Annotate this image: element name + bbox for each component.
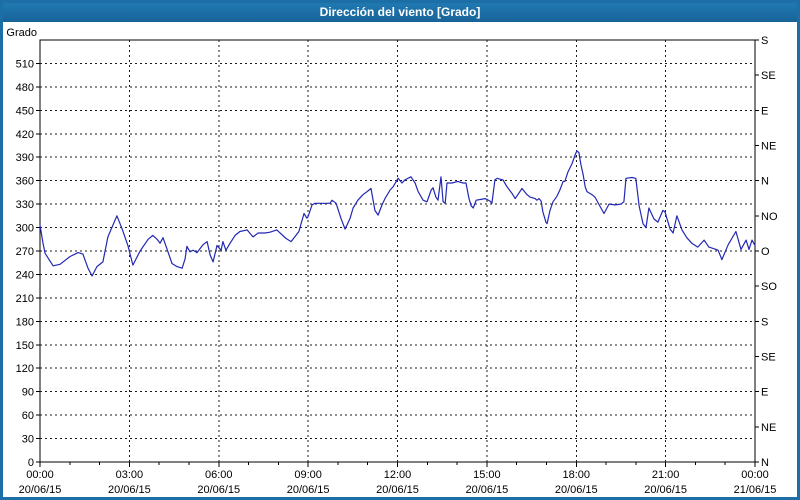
y-axis-tick-label: 240	[16, 269, 34, 281]
window-title: Dirección del viento [Grado]	[3, 3, 797, 22]
compass-tick-label: NO	[761, 211, 778, 223]
y-axis-title: Grado	[6, 27, 37, 39]
y-axis-tick-label: 510	[16, 58, 34, 70]
compass-tick-label: S	[761, 35, 768, 47]
x-axis-date-label: 20/06/15	[287, 484, 330, 496]
y-axis-tick-label: 180	[16, 316, 34, 328]
x-axis-time-label: 12:00	[384, 469, 412, 481]
x-axis-date-label: 20/06/15	[197, 484, 240, 496]
y-axis-tick-label: 90	[22, 387, 34, 399]
x-axis-time-label: 06:00	[205, 469, 233, 481]
x-axis-time-label: 00:00	[741, 469, 769, 481]
x-axis-date-label: 21/06/15	[734, 484, 777, 496]
compass-tick-label: E	[761, 105, 768, 117]
compass-tick-label: NE	[761, 422, 776, 434]
compass-tick-label: SO	[761, 281, 777, 293]
compass-tick-label: O	[761, 246, 770, 258]
y-axis-tick-label: 210	[16, 293, 34, 305]
y-axis-tick-label: 360	[16, 176, 34, 188]
app-window: Dirección del viento [Grado] 0 30 60 90 120 1…	[0, 0, 800, 500]
y-axis-tick-label: 150	[16, 340, 34, 352]
x-axis-date-label: 20/06/15	[19, 484, 62, 496]
compass-tick-label: E	[761, 387, 768, 399]
x-axis-time-label: 15:00	[473, 469, 501, 481]
x-axis-date-label: 20/06/15	[108, 484, 151, 496]
y-axis-tick-label: 390	[16, 152, 34, 164]
x-axis-date-label: 20/06/15	[465, 484, 508, 496]
compass-tick-label: NE	[761, 141, 776, 153]
y-axis-tick-label: 450	[16, 105, 34, 117]
x-axis-time-label: 00:00	[26, 469, 54, 481]
compass-tick-label: S	[761, 316, 768, 328]
y-axis-tick-label: 120	[16, 363, 34, 375]
y-axis-tick-label: 60	[22, 410, 34, 422]
y-axis-tick-label: 270	[16, 246, 34, 258]
y-axis-tick-label: 300	[16, 223, 34, 235]
x-axis-time-label: 21:00	[652, 469, 680, 481]
compass-tick-label: N	[761, 176, 769, 188]
compass-tick-label: SE	[761, 70, 776, 82]
y-axis-tick-label: 30	[22, 434, 34, 446]
x-axis-time-label: 09:00	[294, 469, 322, 481]
y-axis-tick-label: 330	[16, 199, 34, 211]
x-axis-time-label: 03:00	[116, 469, 144, 481]
compass-tick-label: N	[761, 457, 769, 469]
wind-direction-chart: 0 30 60 90 120 150 180 210 240 270 300 330 360 390 420…	[6, 27, 778, 496]
y-axis-tick-label: 0	[28, 457, 34, 469]
y-axis-tick-label: 480	[16, 82, 34, 94]
x-axis-time-label: 18:00	[562, 469, 590, 481]
compass-tick-label: SE	[761, 352, 776, 364]
y-axis-tick-label: 420	[16, 129, 34, 141]
x-axis-date-label: 20/06/15	[376, 484, 419, 496]
x-axis-date-label: 20/06/15	[555, 484, 598, 496]
x-axis-date-label: 20/06/15	[644, 484, 687, 496]
